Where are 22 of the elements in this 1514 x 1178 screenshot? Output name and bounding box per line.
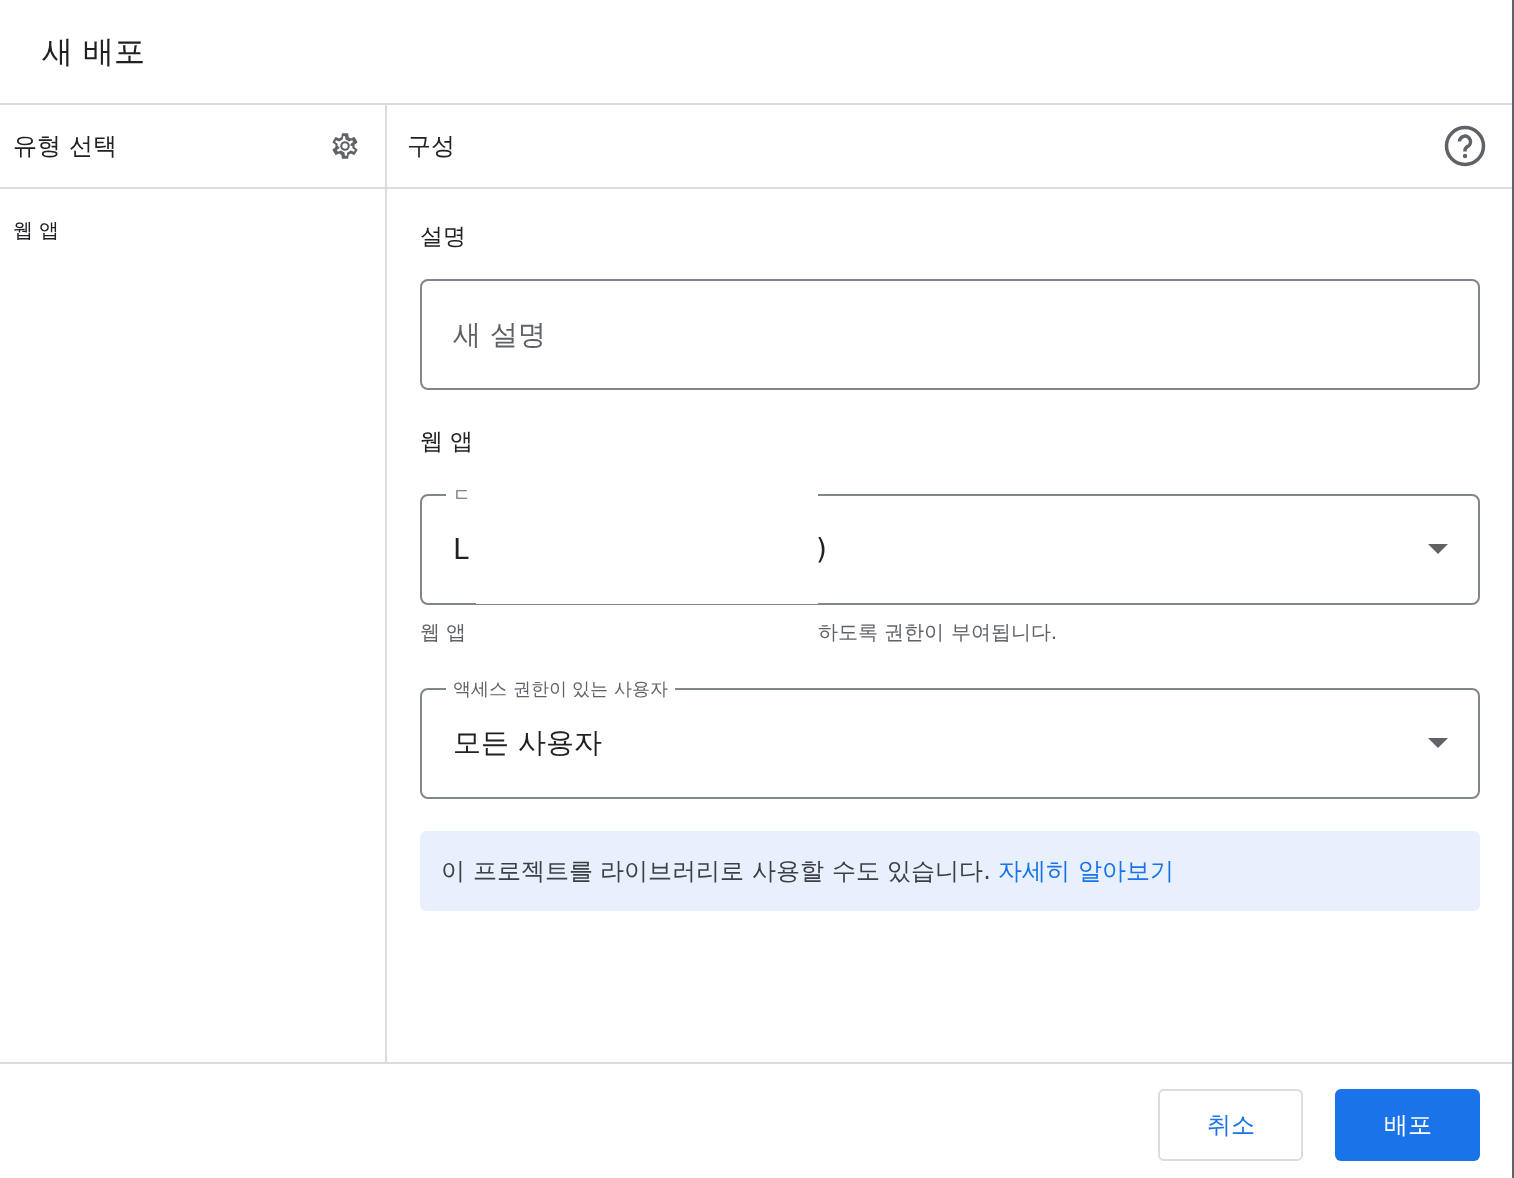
panel-title: 구성 — [407, 131, 455, 162]
dropdown-arrow-icon — [1428, 738, 1448, 748]
field-label: ㄷ — [452, 484, 472, 506]
section-heading: 설명 — [420, 222, 467, 251]
dropdown-arrow-icon — [1428, 544, 1448, 554]
helper-text: 하도록 권한이 부여됩니다. — [818, 619, 1058, 646]
section-heading: 웹 앱 — [420, 427, 475, 456]
help-icon[interactable] — [1444, 125, 1486, 167]
dropdown-field[interactable]: 액세스 권한이 있는 사용자 모든 사용자 — [420, 678, 1480, 799]
type-item[interactable]: 웹 앱 — [0, 189, 385, 272]
cancel-button[interactable]: 취소 — [1158, 1089, 1303, 1161]
info-text: 이 프로젝트를 라이브러리로 사용할 수도 있습니다. 자세히 알아보기 — [441, 856, 1175, 887]
learn-more-link[interactable]: 자세히 알아보기 — [998, 857, 1175, 885]
dialog-title: 새 배포 — [42, 31, 145, 71]
field-value: L — [453, 532, 470, 566]
description-field[interactable]: 새 설명 — [420, 279, 1480, 390]
deploy-button[interactable]: 배포 — [1335, 1089, 1480, 1161]
field-value: ) — [816, 532, 827, 566]
helper-text: 웹 앱 — [420, 619, 468, 646]
panel-title: 유형 선택 — [13, 131, 117, 162]
field-value: 모든 사용자 — [453, 725, 602, 761]
field-label: 액세스 권한이 있는 사용자 — [452, 678, 670, 700]
